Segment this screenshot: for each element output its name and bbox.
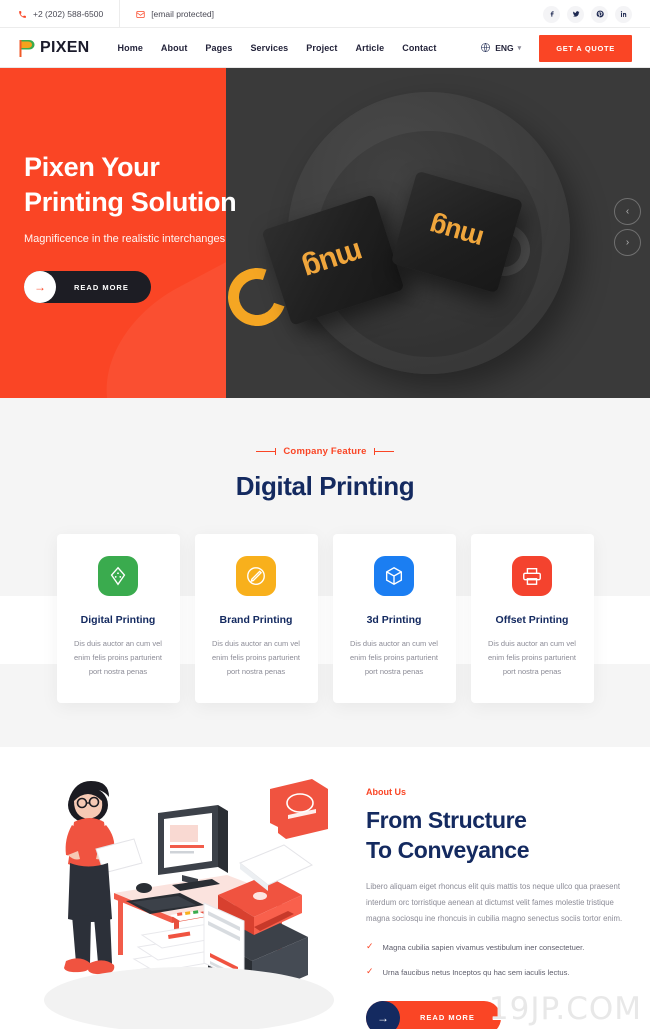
feature-cards: Digital Printing Dis duis auctor an cum …	[0, 534, 650, 703]
about-paragraph: Libero aliquam eiget rhoncus elit quis m…	[366, 882, 623, 923]
nav-item-contact[interactable]: Contact	[402, 43, 436, 53]
features-eyebrow-label: Company Feature	[283, 446, 367, 457]
hero-read-more-label: READ MORE	[74, 282, 129, 292]
arrow-right-icon: →	[24, 271, 56, 304]
envelope-icon	[136, 10, 145, 19]
feature-card-title: Digital Printing	[80, 614, 156, 626]
brand-logo[interactable]: PIXEN	[18, 39, 90, 58]
about-title: From Structure To Conveyance	[366, 806, 628, 866]
hero-title-line-2: Printing Solution	[24, 186, 237, 217]
language-label: ENG	[495, 43, 514, 53]
list-item-label: Magna cubilia sapien vivamus vestibulum …	[382, 943, 585, 953]
nav-item-pages[interactable]: Pages	[205, 43, 232, 53]
list-item: ✓ Urna faucibus netus Inceptos qu hac se…	[366, 965, 628, 978]
hero-read-more-button[interactable]: → READ MORE	[24, 271, 151, 304]
nav-item-project[interactable]: Project	[306, 43, 337, 53]
dash-right-icon	[373, 448, 394, 454]
feature-card-title: Offset Printing	[495, 614, 569, 626]
nav-item-about[interactable]: About	[161, 43, 188, 53]
linkedin-icon[interactable]	[615, 5, 632, 23]
check-icon: ✓	[366, 965, 374, 976]
nav-item-article[interactable]: Article	[356, 43, 385, 53]
globe-icon	[480, 42, 491, 55]
arrow-right-icon: →	[366, 1000, 400, 1029]
features-title: Digital Printing	[235, 471, 415, 501]
get-a-quote-button[interactable]: GET A QUOTE	[539, 34, 632, 62]
feature-card-text: Dis duis auctor an cum vel enim felis pr…	[488, 639, 576, 676]
main-navigation: PIXEN Home About Pages Services Project …	[0, 28, 650, 68]
feature-card-offset-printing[interactable]: Offset Printing Dis duis auctor an cum v…	[470, 534, 594, 703]
features-section: Company Feature Digital Printing Digital…	[0, 398, 650, 747]
nav-item-services[interactable]: Services	[250, 43, 288, 53]
feature-card-brand-printing[interactable]: Brand Printing Dis duis auctor an cum ve…	[194, 534, 318, 703]
list-item: ✓ Magna cubilia sapien vivamus vestibulu…	[366, 942, 628, 953]
landing-page: +2 (202) 588-6500 [email protected] PIXE…	[0, 0, 650, 1029]
about-bullet-list: ✓ Magna cubilia sapien vivamus vestibulu…	[366, 942, 628, 978]
dash-left-icon	[256, 448, 277, 454]
hero-carousel-controls: ‹ ›	[614, 198, 641, 260]
hero-title-line-1: Pixen Your	[24, 152, 160, 182]
about-read-more-button[interactable]: → READ MORE	[366, 1000, 501, 1029]
color-swatch-icon	[98, 556, 138, 596]
chevron-down-icon: ▾	[517, 45, 522, 52]
feature-card-title: Brand Printing	[219, 614, 293, 626]
feature-card-text: Dis duis auctor an cum vel enim felis pr…	[350, 639, 438, 676]
top-bar: +2 (202) 588-6500 [email protected]	[0, 0, 650, 28]
hero-section: mug mug ‹ › Pixen Your Printing Solution…	[0, 68, 650, 398]
carousel-prev-icon[interactable]: ‹	[614, 198, 641, 225]
phone-contact[interactable]: +2 (202) 588-6500	[18, 0, 121, 28]
brand-name: PIXEN	[40, 39, 90, 56]
about-read-more-label: READ MORE	[420, 1013, 475, 1023]
nav-menu: Home About Pages Services Project Articl…	[118, 43, 437, 53]
hero-content: Pixen Your Printing Solution Magnificenc…	[24, 150, 444, 304]
illustration-ground-shadow	[44, 966, 334, 1029]
twitter-icon[interactable]	[567, 5, 584, 23]
facebook-icon[interactable]	[543, 5, 560, 23]
watermark: 19JP.COM	[488, 991, 642, 1027]
nav-item-home[interactable]: Home	[118, 43, 143, 53]
feature-card-digital-printing[interactable]: Digital Printing Dis duis auctor an cum …	[56, 534, 180, 703]
pinterest-icon[interactable]	[591, 5, 608, 23]
about-title-line-1: From Structure	[366, 806, 527, 833]
email-contact[interactable]: [email protected]	[120, 0, 230, 28]
phone-icon	[18, 10, 27, 19]
language-selector[interactable]: ENG ▾	[480, 42, 521, 55]
pixen-logo-icon	[19, 39, 35, 57]
cube-3d-icon	[374, 556, 414, 596]
about-eyebrow: About Us	[366, 786, 406, 797]
features-eyebrow: Company Feature	[0, 446, 650, 457]
check-icon: ✓	[366, 941, 374, 952]
about-title-line-2: To Conveyance	[366, 836, 530, 863]
feature-card-title: 3d Printing	[366, 614, 422, 626]
about-illustration	[22, 775, 352, 1029]
social-links	[543, 5, 632, 23]
feature-card-3d-printing[interactable]: 3d Printing Dis duis auctor an cum vel e…	[332, 534, 456, 703]
carousel-next-icon[interactable]: ›	[614, 229, 641, 256]
pen-design-icon	[236, 556, 276, 596]
feature-card-text: Dis duis auctor an cum vel enim felis pr…	[74, 639, 162, 676]
email-address: [email protected]	[151, 9, 215, 19]
hero-title: Pixen Your Printing Solution	[24, 150, 444, 219]
phone-number: +2 (202) 588-6500	[33, 9, 104, 19]
list-item-label: Urna faucibus netus Inceptos qu hac sem …	[382, 967, 570, 977]
hero-subtitle: Magnificence in the realistic interchang…	[24, 233, 226, 246]
about-section: About Us From Structure To Conveyance Li…	[0, 746, 650, 1029]
printer-icon	[512, 556, 552, 596]
feature-card-text: Dis duis auctor an cum vel enim felis pr…	[212, 639, 300, 676]
